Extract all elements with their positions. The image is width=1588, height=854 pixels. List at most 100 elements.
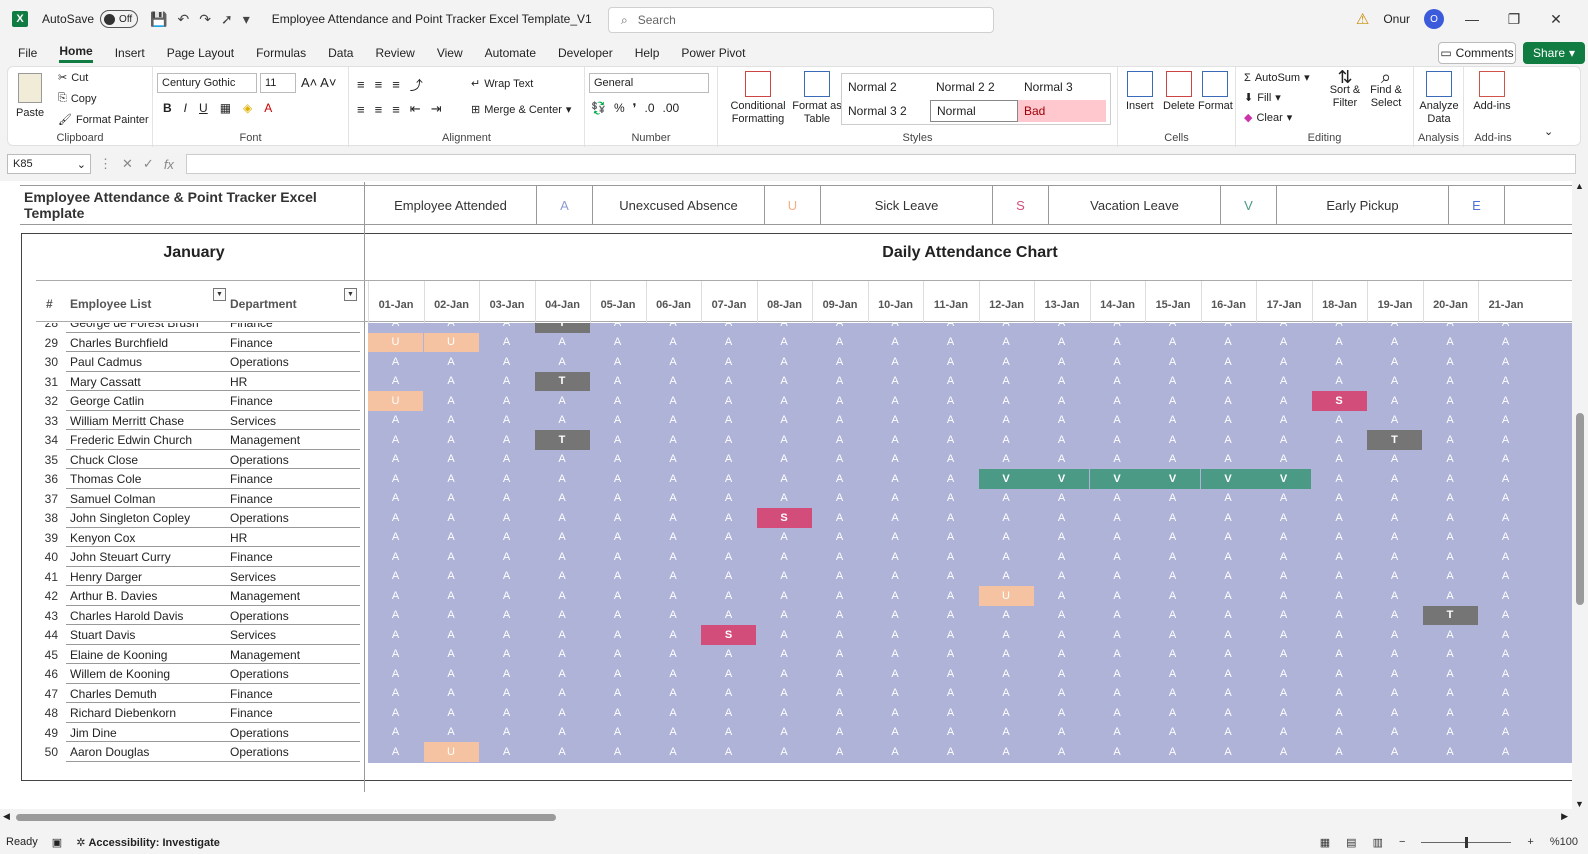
attendance-cell[interactable]: A <box>424 469 479 489</box>
attendance-cell[interactable]: A <box>868 664 923 684</box>
attendance-cell[interactable]: A <box>757 645 812 665</box>
attendance-cell[interactable]: A <box>1034 547 1089 567</box>
attendance-cell[interactable]: A <box>979 703 1034 723</box>
attendance-cell[interactable]: A <box>923 333 978 353</box>
attendance-cell[interactable]: A <box>1090 489 1145 509</box>
attendance-cell[interactable]: A <box>979 430 1034 450</box>
zoom-slider[interactable] <box>1421 836 1512 848</box>
attendance-cell[interactable]: A <box>368 664 423 684</box>
attendance-cell[interactable]: A <box>1312 684 1367 704</box>
attendance-cell[interactable]: A <box>1145 508 1200 528</box>
attendance-cell[interactable]: A <box>1367 645 1422 665</box>
attendance-cell[interactable]: V <box>978 469 1034 489</box>
attendance-cell[interactable]: A <box>535 411 590 431</box>
attendance-cell[interactable]: A <box>979 323 1034 333</box>
attendance-cell[interactable]: A <box>479 450 534 470</box>
attendance-cell[interactable]: A <box>1034 333 1089 353</box>
attendance-cell[interactable]: A <box>646 528 701 548</box>
attendance-cell[interactable]: A <box>868 703 923 723</box>
attendance-cell[interactable]: A <box>1145 489 1200 509</box>
attendance-cell[interactable]: A <box>368 469 423 489</box>
employee-name[interactable]: Charles Harold Davis <box>70 609 183 623</box>
attendance-cell[interactable]: A <box>1034 606 1089 626</box>
attendance-cell[interactable]: A <box>590 567 645 587</box>
attendance-cell[interactable]: A <box>368 528 423 548</box>
attendance-cell[interactable]: A <box>1423 411 1478 431</box>
attendance-cell[interactable]: A <box>646 352 701 372</box>
attendance-cell[interactable]: A <box>923 469 978 489</box>
attendance-cell[interactable]: A <box>757 586 812 606</box>
employee-department[interactable]: Services <box>230 628 276 642</box>
attendance-cell[interactable]: A <box>1423 430 1478 450</box>
attendance-cell[interactable]: A <box>646 508 701 528</box>
attendance-cell[interactable]: A <box>923 323 978 333</box>
attendance-cell[interactable]: A <box>979 489 1034 509</box>
attendance-cell[interactable]: A <box>868 508 923 528</box>
attendance-cell[interactable]: A <box>1256 430 1311 450</box>
attendance-cell[interactable]: A <box>535 664 590 684</box>
tab-review[interactable]: Review <box>375 46 414 60</box>
attendance-cell[interactable]: A <box>1256 372 1311 392</box>
font-family-select[interactable]: Century Gothic <box>157 73 257 93</box>
attendance-cell[interactable]: A <box>479 723 534 743</box>
attendance-cell[interactable]: A <box>590 352 645 372</box>
attendance-cell[interactable]: A <box>535 742 590 762</box>
grow-font-icon[interactable]: A˄ A˅ <box>301 75 336 90</box>
attendance-cell[interactable]: A <box>1201 372 1256 392</box>
attendance-cell[interactable]: A <box>1478 469 1533 489</box>
tab-power-pivot[interactable]: Power Pivot <box>681 46 745 60</box>
attendance-cell[interactable]: A <box>868 372 923 392</box>
attendance-cell[interactable]: A <box>979 606 1034 626</box>
attendance-cell[interactable]: A <box>1145 333 1200 353</box>
attendance-cell[interactable]: A <box>1312 586 1367 606</box>
attendance-cell[interactable]: A <box>757 723 812 743</box>
attendance-cell[interactable]: A <box>368 411 423 431</box>
attendance-cell[interactable]: A <box>868 645 923 665</box>
attendance-cell[interactable]: A <box>1478 645 1533 665</box>
macro-record-icon[interactable]: ▣ <box>52 836 62 849</box>
attendance-cell[interactable]: A <box>701 606 756 626</box>
attendance-cell[interactable]: A <box>368 625 423 645</box>
font-style-buttons[interactable]: B I U ▦ ◈ A <box>163 101 272 115</box>
attendance-cell[interactable]: A <box>757 625 812 645</box>
attendance-cell[interactable]: A <box>646 606 701 626</box>
attendance-cell[interactable]: A <box>812 567 867 587</box>
attendance-cell[interactable]: A <box>590 430 645 450</box>
attendance-cell[interactable]: A <box>1145 645 1200 665</box>
attendance-cell[interactable]: A <box>923 586 978 606</box>
attendance-cell[interactable]: A <box>535 547 590 567</box>
attendance-cell[interactable]: A <box>757 430 812 450</box>
attendance-cell[interactable]: A <box>1367 411 1422 431</box>
attendance-cell[interactable]: A <box>979 352 1034 372</box>
attendance-cell[interactable]: A <box>757 411 812 431</box>
attendance-cell[interactable]: A <box>1090 450 1145 470</box>
attendance-cell[interactable]: A <box>757 469 812 489</box>
attendance-cell[interactable]: A <box>812 664 867 684</box>
attendance-cell[interactable]: A <box>701 723 756 743</box>
attendance-cell[interactable]: A <box>590 489 645 509</box>
attendance-cell[interactable]: A <box>424 430 479 450</box>
attendance-cell[interactable]: A <box>979 567 1034 587</box>
attendance-cell[interactable]: A <box>979 684 1034 704</box>
attendance-cell[interactable]: A <box>757 547 812 567</box>
sort-filter-button[interactable]: ⇅ Sort & Filter <box>1328 68 1362 110</box>
attendance-cell[interactable]: A <box>701 372 756 392</box>
attendance-cell[interactable]: A <box>1090 625 1145 645</box>
attendance-cell[interactable]: A <box>1034 528 1089 548</box>
warning-icon[interactable]: ⚠ <box>1356 10 1369 28</box>
attendance-cell[interactable]: A <box>479 391 534 411</box>
employee-department[interactable]: Finance <box>230 323 273 330</box>
attendance-cell[interactable]: A <box>1367 664 1422 684</box>
attendance-cell[interactable]: A <box>535 567 590 587</box>
attendance-cell[interactable]: A <box>1367 742 1422 762</box>
attendance-cell[interactable]: A <box>646 567 701 587</box>
attendance-cell[interactable]: A <box>424 625 479 645</box>
attendance-cell[interactable]: A <box>923 528 978 548</box>
attendance-cell[interactable]: A <box>812 703 867 723</box>
vertical-scroll-thumb[interactable] <box>1576 413 1584 605</box>
attendance-cell[interactable]: A <box>868 489 923 509</box>
attendance-cell[interactable]: A <box>1312 411 1367 431</box>
attendance-cell[interactable]: A <box>812 606 867 626</box>
attendance-cell[interactable]: A <box>1423 723 1478 743</box>
attendance-cell[interactable]: A <box>1423 547 1478 567</box>
